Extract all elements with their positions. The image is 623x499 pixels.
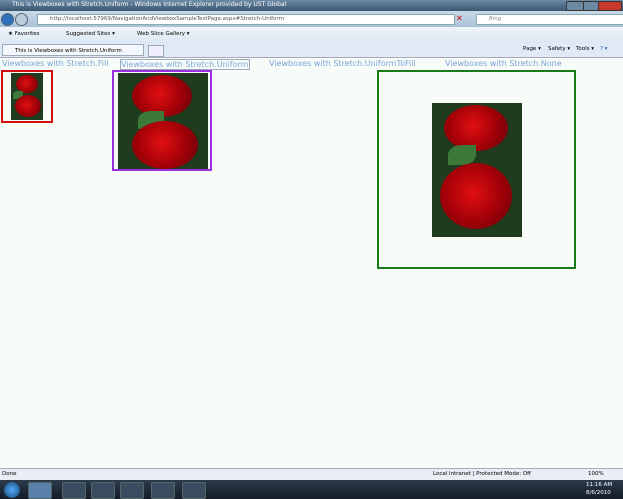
title-bar: This is Viewboxes with Stretch.Uniform -… <box>0 0 623 11</box>
address-input[interactable]: http://localhost:57969/NavigationAndView… <box>37 14 455 25</box>
favorites-button[interactable]: ★ Favorites <box>8 31 40 37</box>
viewbox-uniform <box>112 70 212 171</box>
taskbar-ie-icon[interactable] <box>28 482 52 499</box>
favorites-label: Favorites <box>14 31 40 37</box>
taskbar-explorer-icon[interactable] <box>62 482 86 499</box>
status-text: Done <box>2 471 17 477</box>
address-bar-row: http://localhost:57969/NavigationAndView… <box>0 11 623 27</box>
link-stretch-none[interactable]: Viewboxes with Stretch.None <box>445 59 562 68</box>
taskbar-media-icon[interactable] <box>91 482 115 499</box>
favorites-bar: ★ Favorites Suggested Sites ▾ Web Slice … <box>0 27 623 43</box>
tab-active[interactable]: This is Viewboxes with Stretch.Uniform <box>2 44 144 56</box>
forward-button[interactable] <box>15 13 28 26</box>
viewbox-none <box>377 70 576 269</box>
new-tab-button[interactable] <box>148 45 164 57</box>
suggested-sites[interactable]: Suggested Sites ▾ <box>66 31 115 37</box>
taskbar-app-icon[interactable] <box>151 482 175 499</box>
minimize-button[interactable] <box>566 1 584 11</box>
link-stretch-fill[interactable]: Viewboxes with Stretch.Fill <box>2 59 108 68</box>
tab-row: This is Viewboxes with Stretch.Uniform P… <box>0 43 623 58</box>
stop-icon[interactable]: ✕ <box>456 14 463 23</box>
back-button[interactable] <box>1 13 14 26</box>
page-menu[interactable]: Page ▾ <box>523 46 541 52</box>
tools-menu[interactable]: Tools ▾ <box>576 46 594 52</box>
safety-menu[interactable]: Safety ▾ <box>548 46 570 52</box>
taskbar-word-icon[interactable] <box>120 482 144 499</box>
web-slice-gallery[interactable]: Web Slice Gallery ▾ <box>137 31 190 37</box>
link-stretch-uniform[interactable]: Viewboxes with Stretch.Uniform <box>120 59 250 70</box>
link-stretch-uniformtofill[interactable]: Viewboxes with Stretch.UniformToFill <box>269 59 416 68</box>
start-button[interactable] <box>4 482 20 498</box>
taskbar: 11:16 AM 8/6/2010 <box>0 480 623 499</box>
maximize-button[interactable] <box>583 1 599 11</box>
help-menu[interactable]: ? ▾ <box>600 46 607 52</box>
clock-date: 8/6/2010 <box>586 490 611 496</box>
window-title: This is Viewboxes with Stretch.Uniform -… <box>12 1 287 8</box>
clock-time: 11:16 AM <box>586 482 613 488</box>
taskbar-notes-icon[interactable] <box>182 482 206 499</box>
viewbox-fill <box>1 70 53 123</box>
zoom-level[interactable]: 100% <box>588 471 604 477</box>
rose-image <box>118 73 208 169</box>
search-input[interactable]: Bing <box>476 14 623 25</box>
rose-image <box>432 103 522 237</box>
rose-image <box>11 73 43 120</box>
security-zone: Local intranet | Protected Mode: Off <box>433 471 531 477</box>
close-button[interactable] <box>598 1 622 11</box>
